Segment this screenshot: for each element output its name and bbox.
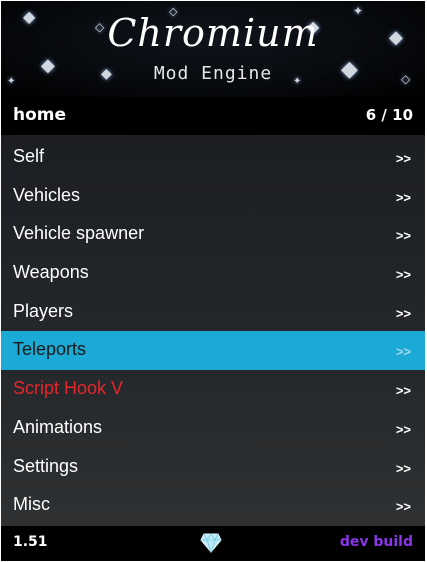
submenu-arrow-icon: >> bbox=[395, 189, 411, 205]
menu-footer: 1.51 dev build bbox=[1, 526, 425, 561]
brand-title: Chromium bbox=[107, 11, 319, 55]
menu-item-vehicles[interactable]: Vehicles >> bbox=[1, 177, 425, 216]
menu-items: Self >> Vehicles >> Vehicle spawner >> W… bbox=[1, 138, 425, 525]
menu-item-vehicle-spawner[interactable]: Vehicle spawner >> bbox=[1, 215, 425, 254]
diamond-icon bbox=[200, 533, 222, 553]
menu-item-teleports[interactable]: Teleports >> bbox=[1, 331, 425, 371]
submenu-arrow-icon: >> bbox=[395, 460, 411, 476]
submenu-arrow-icon: >> bbox=[395, 383, 411, 399]
menu-item-misc[interactable]: Misc >> bbox=[1, 486, 425, 525]
menu-item-label: Settings bbox=[13, 455, 79, 476]
version-label: 1.51 bbox=[13, 534, 48, 550]
submenu-arrow-icon: >> bbox=[395, 151, 411, 166]
menu-item-settings[interactable]: Settings >> bbox=[1, 448, 425, 487]
menu-subheader: home 6 / 10 bbox=[1, 97, 425, 135]
submenu-arrow-icon: >> bbox=[395, 305, 411, 321]
item-counter: 6 / 10 bbox=[365, 106, 413, 124]
trainer-menu: ◆ ◇ ◆ ◆ ✦ ◇ ◆ ✦ ◆ ◆ ◇ ✦ Chromium Mod Eng… bbox=[1, 1, 425, 561]
submenu-arrow-icon: >> bbox=[395, 267, 411, 283]
menu-item-label: Weapons bbox=[13, 262, 89, 283]
brand-subtitle: Mod Engine bbox=[153, 63, 273, 84]
menu-item-label: Teleports bbox=[13, 339, 87, 360]
build-label: dev build bbox=[339, 534, 413, 550]
menu-item-label: Self bbox=[13, 146, 45, 166]
submenu-arrow-icon: >> bbox=[395, 421, 411, 437]
header-banner: ◆ ◇ ◆ ◆ ✦ ◇ ◆ ✦ ◆ ◆ ◇ ✦ Chromium Mod Eng… bbox=[1, 1, 425, 97]
menu-item-animations[interactable]: Animations >> bbox=[1, 409, 425, 448]
menu-item-label: Vehicle spawner bbox=[13, 223, 145, 244]
menu-title: home bbox=[13, 105, 67, 125]
menu-item-label: Misc bbox=[13, 494, 50, 515]
submenu-arrow-icon: >> bbox=[395, 499, 411, 515]
menu-item-label: Players bbox=[13, 300, 74, 321]
menu-item-label: Script Hook V bbox=[13, 378, 124, 399]
menu-item-label: Vehicles bbox=[13, 184, 81, 205]
submenu-arrow-icon: >> bbox=[395, 344, 411, 360]
menu-item-self[interactable]: Self >> bbox=[1, 138, 425, 177]
submenu-arrow-icon: >> bbox=[395, 228, 411, 244]
menu-item-label: Animations bbox=[13, 416, 103, 437]
menu-item-script-hook-v[interactable]: Script Hook V >> bbox=[1, 370, 425, 409]
menu-item-weapons[interactable]: Weapons >> bbox=[1, 254, 425, 293]
menu-item-players[interactable]: Players >> bbox=[1, 293, 425, 332]
